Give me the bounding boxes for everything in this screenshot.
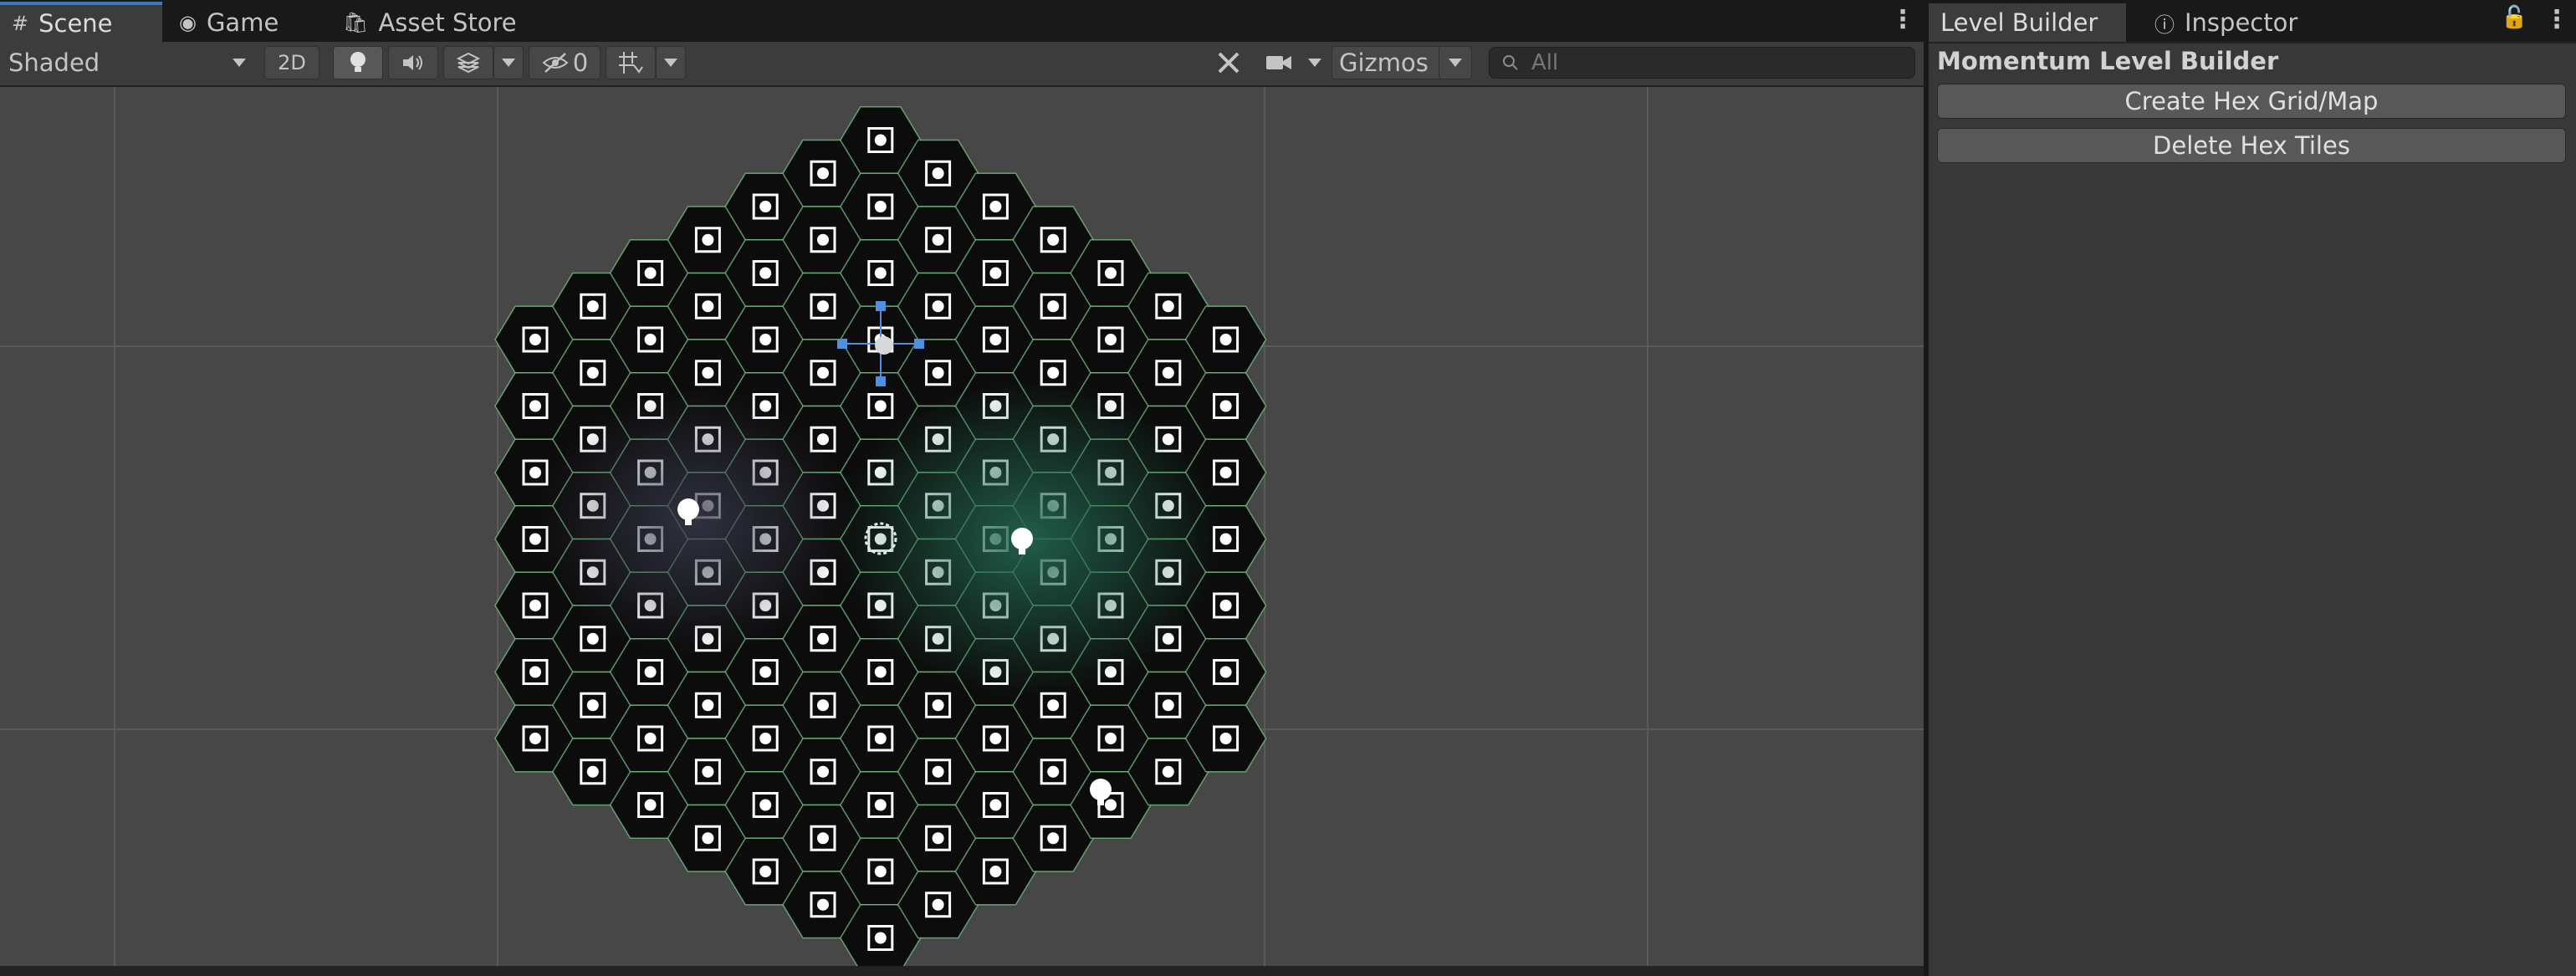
visibility-icon [542, 53, 569, 73]
search-input[interactable] [1530, 49, 1901, 76]
selection-handle [876, 376, 886, 386]
camera-dropdown[interactable] [1260, 46, 1326, 79]
right-tab-bar: Level Builder ⓘ Inspector 🔓 ⋮ [1929, 0, 2576, 43]
tools-icon [1218, 52, 1239, 74]
more-options-icon[interactable]: ⋮ [2544, 5, 2569, 34]
delete-hex-tiles-button[interactable]: Delete Hex Tiles [1937, 128, 2566, 163]
tab-inspector-label: Inspector [2185, 8, 2298, 37]
tab-game[interactable]: ◉ Game [167, 3, 309, 42]
grid-snap-dropdown[interactable] [656, 46, 686, 79]
chevron-down-icon [233, 59, 246, 67]
scene-canvas[interactable] [0, 87, 1924, 966]
gizmos-label: Gizmos [1339, 49, 1429, 77]
viewport-bottom-border [0, 966, 1924, 976]
scene-tab-bar: # Scene ◉ Game 🛍 Asset Store ⋮ [0, 0, 1924, 43]
draw-mode-dropdown[interactable]: Shaded [8, 46, 251, 79]
draw-mode-value: Shaded [8, 49, 100, 77]
grid-icon: # [12, 12, 29, 35]
scene-visibility-toggle[interactable]: 0 [529, 46, 601, 79]
audio-source-icon [875, 336, 893, 355]
chevron-down-icon [502, 59, 515, 67]
chevron-down-icon [1449, 59, 1462, 67]
effects-icon [456, 52, 481, 74]
level-builder-panel: Momentum Level Builder Create Hex Grid/M… [1929, 43, 2576, 976]
hex-tile-grid [494, 106, 1267, 966]
gizmos-dropdown[interactable] [1439, 46, 1472, 79]
info-icon: ⓘ [2154, 13, 2175, 37]
scene-toolbar: Shaded 2D 0 Gizmos All [0, 42, 1924, 87]
tab-asset-store-label: Asset Store [378, 8, 517, 37]
tab-level-builder-label: Level Builder [1940, 8, 2098, 37]
audio-toggle[interactable] [388, 46, 438, 79]
audio-icon [403, 55, 422, 70]
selection-handle [914, 339, 924, 349]
camera-icon [1266, 56, 1291, 69]
gamepad-icon: ◉ [179, 11, 197, 34]
search-icon [1503, 55, 1518, 70]
grid-snap-toggle[interactable] [606, 46, 656, 79]
tab-scene[interactable]: # Scene [0, 2, 162, 42]
hidden-count: 0 [572, 49, 589, 77]
effects-dropdown[interactable] [493, 46, 524, 79]
panel-title: Momentum Level Builder [1937, 47, 2279, 75]
lock-icon[interactable]: 🔓 [2501, 5, 2527, 30]
selection-handle [876, 301, 886, 311]
grid-snap-icon [619, 52, 643, 74]
tools-button[interactable] [1208, 46, 1250, 79]
tab-game-label: Game [206, 8, 279, 37]
chevron-down-icon [664, 59, 677, 67]
tab-asset-store[interactable]: 🛍 Asset Store [331, 3, 532, 42]
toggle-2d-button[interactable]: 2D [264, 46, 319, 79]
create-hex-grid-button[interactable]: Create Hex Grid/Map [1937, 84, 2566, 119]
scene-search [1489, 47, 1915, 79]
more-options-icon[interactable]: ⋮ [1890, 5, 1915, 34]
chevron-down-icon [1308, 59, 1321, 67]
toggle-2d-label: 2D [278, 51, 306, 74]
tab-inspector[interactable]: ⓘ Inspector [2143, 3, 2318, 42]
effects-toggle[interactable] [443, 46, 493, 79]
scene-viewport[interactable] [0, 87, 1924, 966]
lighting-toggle[interactable] [333, 46, 383, 79]
tab-scene-label: Scene [38, 9, 113, 38]
tab-level-builder[interactable]: Level Builder [1929, 3, 2126, 42]
lightbulb-icon [350, 52, 365, 72]
shopping-bag-icon: 🛍 [343, 11, 369, 34]
selection-handle [837, 339, 847, 349]
